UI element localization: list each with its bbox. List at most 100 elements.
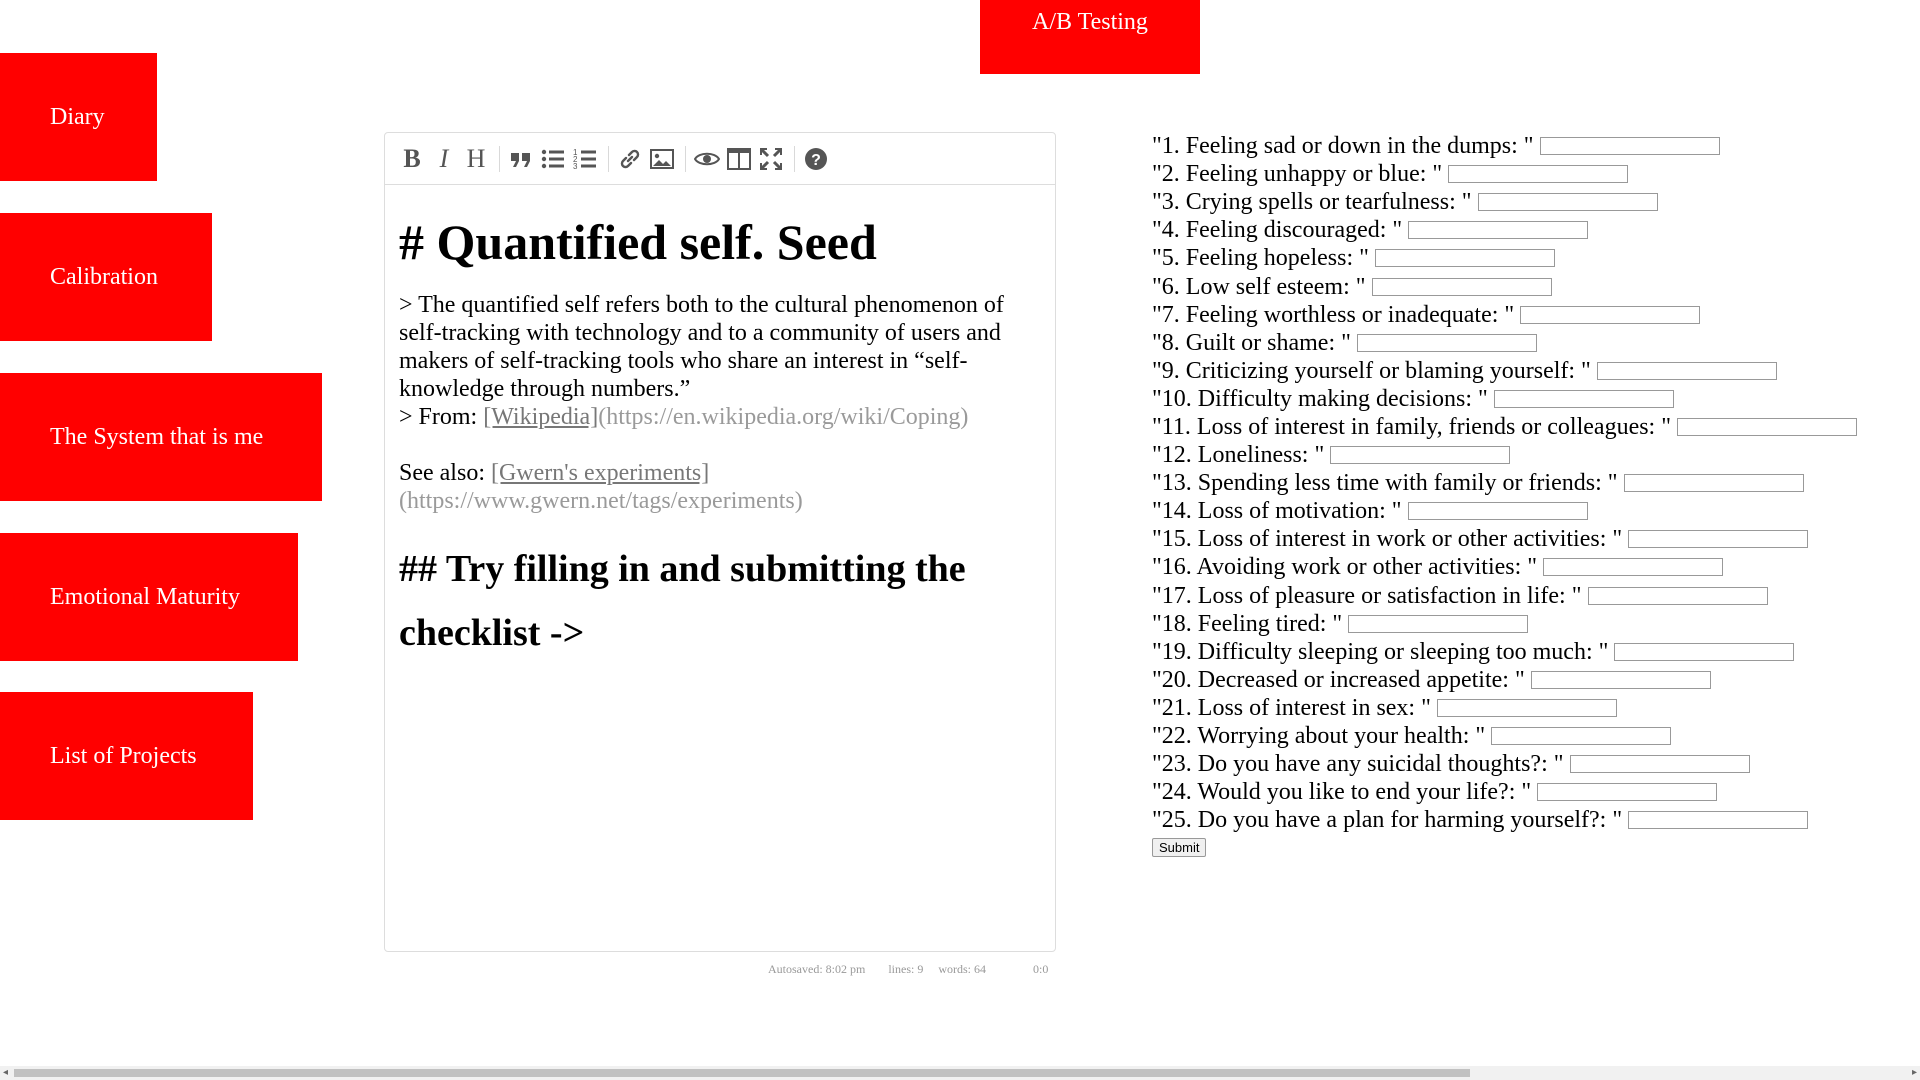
depression-checklist-form: "1. Feeling sad or down in the dumps: " "…: [1152, 132, 1858, 858]
checklist-answer-input[interactable]: [1520, 305, 1701, 324]
checklist-row: "12. Loneliness: ": [1152, 441, 1857, 469]
scrollbar-thumb[interactable]: [14, 1069, 1470, 1077]
checklist-question-label: "17. Loss of pleasure or satisfaction in…: [1152, 582, 1582, 609]
checklist-answer-input[interactable]: [1330, 446, 1511, 465]
checklist-question-label: "21. Loss of interest in sex: ": [1152, 694, 1431, 721]
checklist-answer-input[interactable]: [1628, 530, 1809, 549]
checklist-answer-input[interactable]: [1596, 361, 1777, 380]
checklist-row: "5. Feeling hopeless: ": [1152, 244, 1857, 272]
checklist-answer-input[interactable]: [1537, 783, 1718, 802]
toolbar-separator: [499, 145, 500, 172]
gwern-link[interactable]: [Gwern's experiments]: [491, 460, 709, 486]
checklist-row: "15. Loss of interest in work or other a…: [1152, 525, 1857, 553]
lines-count: lines: 9: [888, 962, 924, 976]
checklist-answer-input[interactable]: [1348, 614, 1529, 633]
checklist-row: "23. Do you have any suicidal thoughts?:…: [1152, 750, 1857, 778]
checklist-row: "21. Loss of interest in sex: ": [1152, 694, 1857, 722]
checklist-row: "24. Would you like to end your life?: ": [1152, 778, 1857, 806]
checklist-row: "20. Decreased or increased appetite: ": [1152, 666, 1857, 694]
checklist-answer-input[interactable]: [1623, 474, 1804, 493]
checklist-answer-input[interactable]: [1356, 333, 1537, 352]
checklist-row: "10. Difficulty making decisions: ": [1152, 385, 1857, 413]
checklist-row: "9. Criticizing yourself or blaming your…: [1152, 357, 1857, 385]
checklist-answer-input[interactable]: [1569, 755, 1750, 774]
gwern-url: (https://www.gwern.net/tags/experiments): [399, 488, 803, 514]
scroll-right-icon[interactable]: ▸: [1912, 1066, 1917, 1080]
side-by-side-icon[interactable]: [724, 144, 754, 174]
checklist-answer-input[interactable]: [1677, 417, 1858, 436]
checklist-row: "13. Spending less time with family or f…: [1152, 469, 1857, 497]
checklist-row: "22. Worrying about your health: ": [1152, 722, 1857, 750]
checklist-row: "6. Low self esteem: ": [1152, 272, 1857, 300]
link-icon[interactable]: [615, 144, 645, 174]
checklist-answer-input[interactable]: [1491, 727, 1672, 746]
toolbar-separator: [608, 145, 609, 172]
checklist-answer-input[interactable]: [1448, 165, 1629, 184]
checklist-question-label: "9. Criticizing yourself or blaming your…: [1152, 357, 1591, 384]
checklist-answer-input[interactable]: [1477, 193, 1658, 212]
checklist-answer-input[interactable]: [1614, 642, 1795, 661]
scroll-left-icon[interactable]: ◂: [3, 1066, 8, 1080]
checklist-question-label: "4. Feeling discouraged: ": [1152, 217, 1403, 244]
wikipedia-link[interactable]: [Wikipedia]: [483, 404, 598, 430]
editor-statusbar: Autosaved: 8:02 pm lines: 9 words: 64 0:…: [768, 962, 1068, 977]
editor-content[interactable]: # Quantified self. Seed > The quantified…: [385, 185, 1055, 665]
checklist-row: "8. Guilt or shame: ": [1152, 329, 1857, 357]
checklist-answer-input[interactable]: [1493, 389, 1674, 408]
toolbar-separator: [794, 145, 795, 172]
ab-testing-button[interactable]: A/B Testing: [980, 0, 1200, 74]
nav-diary-button[interactable]: Diary: [0, 53, 157, 181]
horizontal-scrollbar[interactable]: ◂ ▸: [0, 1066, 1920, 1080]
checklist-question-label: "8. Guilt or shame: ": [1152, 329, 1351, 356]
markdown-quote: > The quantified self refers both to the…: [399, 292, 1004, 402]
checklist-question-label: "22. Worrying about your health: ": [1152, 723, 1486, 750]
checklist-question-label: "18. Feeling tired: ": [1152, 610, 1343, 637]
checklist-row: "17. Loss of pleasure or satisfaction in…: [1152, 582, 1857, 610]
help-icon[interactable]: ?: [801, 144, 831, 174]
preview-icon[interactable]: [692, 144, 722, 174]
checklist-question-label: "3. Crying spells or tearfulness: ": [1152, 189, 1472, 216]
checklist-question-label: "5. Feeling hopeless: ": [1152, 245, 1369, 272]
checklist-question-label: "25. Do you have a plan for harming your…: [1152, 807, 1623, 834]
checklist-row: "7. Feeling worthless or inadequate: ": [1152, 301, 1857, 329]
checklist-answer-input[interactable]: [1628, 811, 1809, 830]
editor-toolbar: B I H 123 ?: [385, 133, 1055, 185]
checklist-answer-input[interactable]: [1374, 249, 1555, 268]
checklist-answer-input[interactable]: [1371, 277, 1552, 296]
checklist-row: "11. Loss of interest in family, friends…: [1152, 413, 1858, 441]
nav-projects-button[interactable]: List of Projects: [0, 692, 253, 820]
nav-system-button[interactable]: The System that is me: [0, 373, 322, 501]
heading-icon[interactable]: H: [461, 144, 491, 174]
checklist-row: "16. Avoiding work or other activities: …: [1152, 553, 1857, 581]
submit-button[interactable]: Submit: [1152, 838, 1207, 858]
italic-icon[interactable]: I: [429, 144, 459, 174]
svg-text:3: 3: [573, 162, 578, 171]
checklist-question-label: "12. Loneliness: ": [1152, 442, 1325, 469]
checklist-question-label: "20. Decreased or increased appetite: ": [1152, 666, 1525, 693]
checklist-question-label: "1. Feeling sad or down in the dumps: ": [1152, 133, 1534, 160]
checklist-answer-input[interactable]: [1407, 502, 1588, 521]
bold-icon[interactable]: B: [397, 144, 427, 174]
checklist-row: "2. Feeling unhappy or blue: ": [1152, 160, 1857, 188]
checklist-answer-input[interactable]: [1530, 670, 1711, 689]
see-also-prefix: See also:: [399, 460, 491, 486]
checklist-answer-input[interactable]: [1587, 586, 1768, 605]
quote-icon[interactable]: [506, 144, 536, 174]
nav-emotional-maturity-button[interactable]: Emotional Maturity: [0, 533, 298, 661]
toolbar-separator: [685, 145, 686, 172]
unordered-list-icon[interactable]: [538, 144, 568, 174]
from-prefix: > From:: [399, 404, 484, 430]
checklist-question-label: "19. Difficulty sleeping or sleeping too…: [1152, 638, 1609, 665]
checklist-row: "18. Feeling tired: ": [1152, 610, 1857, 638]
image-icon[interactable]: [647, 144, 677, 174]
ordered-list-icon[interactable]: 123: [570, 144, 600, 174]
checklist-answer-input[interactable]: [1408, 221, 1589, 240]
markdown-editor[interactable]: B I H 123 ? # Quantified self. Seed > Th…: [384, 132, 1056, 952]
fullscreen-icon[interactable]: [756, 144, 786, 174]
checklist-answer-input[interactable]: [1539, 137, 1720, 156]
checklist-answer-input[interactable]: [1543, 558, 1724, 577]
autosave-status: Autosaved: 8:02 pm: [768, 962, 866, 976]
checklist-row: "1. Feeling sad or down in the dumps: ": [1152, 132, 1857, 160]
nav-calibration-button[interactable]: Calibration: [0, 213, 212, 341]
checklist-answer-input[interactable]: [1436, 698, 1617, 717]
